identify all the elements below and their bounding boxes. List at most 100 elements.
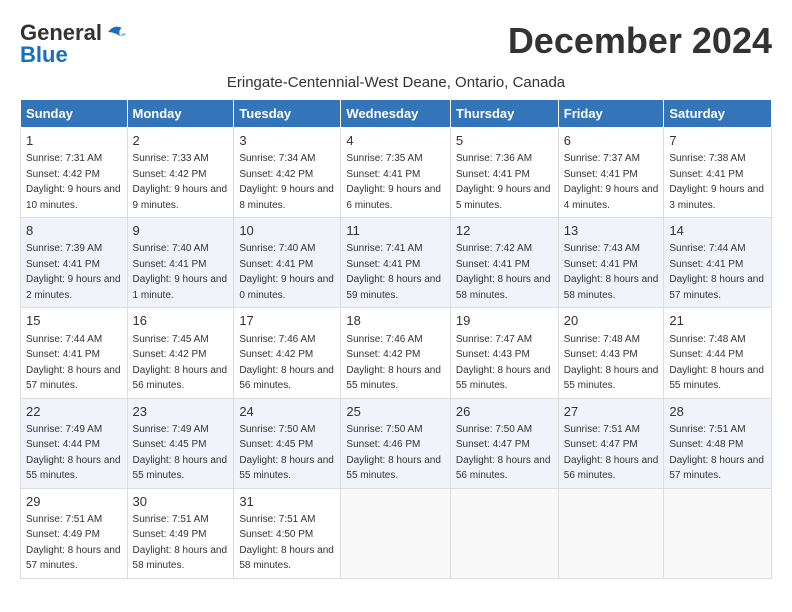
month-title: December 2024 <box>508 20 772 62</box>
day-number: 17 <box>239 312 335 330</box>
cell-text: Sunrise: 7:51 AMSunset: 4:47 PMDaylight:… <box>564 424 659 482</box>
cell-text: Sunrise: 7:48 AMSunset: 4:44 PMDaylight:… <box>669 334 764 392</box>
calendar-cell: 28 Sunrise: 7:51 AMSunset: 4:48 PMDayligh… <box>664 398 772 488</box>
cell-text: Sunrise: 7:37 AMSunset: 4:41 PMDaylight:… <box>564 153 659 211</box>
location-title: Eringate-Centennial-West Deane, Ontario,… <box>20 74 772 91</box>
cell-text: Sunrise: 7:48 AMSunset: 4:43 PMDaylight:… <box>564 334 659 392</box>
calendar-cell: 20Sunrise: 7:48 AMSunset: 4:43 PMDayligh… <box>558 308 664 398</box>
cell-text: Sunrise: 7:40 AMSunset: 4:41 PMDaylight:… <box>239 243 334 301</box>
calendar-cell: 12 Sunrise: 7:42 AMSunset: 4:41 PMDayligh… <box>450 218 558 308</box>
day-number: 14 <box>669 222 766 240</box>
calendar-cell: 4 Sunrise: 7:35 AMSunset: 4:41 PMDaylight… <box>341 128 450 218</box>
calendar-cell: 16Sunrise: 7:45 AMSunset: 4:42 PMDayligh… <box>127 308 234 398</box>
logo-blue-text: Blue <box>20 42 68 68</box>
cell-text: Sunrise: 7:39 AMSunset: 4:41 PMDaylight:… <box>26 243 121 301</box>
calendar-cell: 15 Sunrise: 7:44 AMSunset: 4:41 PMDayligh… <box>21 308 128 398</box>
day-header-wednesday: Wednesday <box>341 100 450 128</box>
day-header-thursday: Thursday <box>450 100 558 128</box>
calendar-cell: 22Sunrise: 7:49 AMSunset: 4:44 PMDayligh… <box>21 398 128 488</box>
day-number: 8 <box>26 222 122 240</box>
day-number: 24 <box>239 403 335 421</box>
day-header-saturday: Saturday <box>664 100 772 128</box>
calendar-cell <box>664 488 772 578</box>
calendar-cell: 6 Sunrise: 7:37 AMSunset: 4:41 PMDaylight… <box>558 128 664 218</box>
day-number: 28 <box>669 403 766 421</box>
day-number: 15 <box>26 312 122 330</box>
cell-text: Sunrise: 7:42 AMSunset: 4:41 PMDaylight:… <box>456 243 551 301</box>
calendar-cell: 21 Sunrise: 7:48 AMSunset: 4:44 PMDayligh… <box>664 308 772 398</box>
day-number: 26 <box>456 403 553 421</box>
day-number: 25 <box>346 403 444 421</box>
day-header-friday: Friday <box>558 100 664 128</box>
calendar-cell <box>341 488 450 578</box>
cell-text: Sunrise: 7:51 AMSunset: 4:48 PMDaylight:… <box>669 424 764 482</box>
calendar-cell: 17 Sunrise: 7:46 AMSunset: 4:42 PMDayligh… <box>234 308 341 398</box>
page-header: General Blue December 2024 <box>20 20 772 68</box>
day-number: 6 <box>564 132 659 150</box>
day-header-sunday: Sunday <box>21 100 128 128</box>
day-number: 29 <box>26 493 122 511</box>
calendar-cell: 13Sunrise: 7:43 AMSunset: 4:41 PMDayligh… <box>558 218 664 308</box>
cell-text: Sunrise: 7:50 AMSunset: 4:46 PMDaylight:… <box>346 424 441 482</box>
cell-text: Sunrise: 7:44 AMSunset: 4:41 PMDaylight:… <box>26 334 121 392</box>
calendar-cell: 2 Sunrise: 7:33 AMSunset: 4:42 PMDaylight… <box>127 128 234 218</box>
calendar-cell: 31 Sunrise: 7:51 AMSunset: 4:50 PMDayligh… <box>234 488 341 578</box>
calendar-cell: 24 Sunrise: 7:50 AMSunset: 4:45 PMDayligh… <box>234 398 341 488</box>
cell-text: Sunrise: 7:41 AMSunset: 4:41 PMDaylight:… <box>346 243 441 301</box>
day-number: 2 <box>133 132 229 150</box>
cell-text: Sunrise: 7:50 AMSunset: 4:47 PMDaylight:… <box>456 424 551 482</box>
cell-text: Sunrise: 7:35 AMSunset: 4:41 PMDaylight:… <box>346 153 441 211</box>
day-number: 21 <box>669 312 766 330</box>
cell-text: Sunrise: 7:34 AMSunset: 4:42 PMDaylight:… <box>239 153 334 211</box>
calendar-cell <box>450 488 558 578</box>
calendar-cell: 19 Sunrise: 7:47 AMSunset: 4:43 PMDayligh… <box>450 308 558 398</box>
logo-bird-icon <box>104 24 126 40</box>
calendar-cell: 30 Sunrise: 7:51 AMSunset: 4:49 PMDayligh… <box>127 488 234 578</box>
day-header-monday: Monday <box>127 100 234 128</box>
day-number: 11 <box>346 222 444 240</box>
day-number: 30 <box>133 493 229 511</box>
cell-text: Sunrise: 7:51 AMSunset: 4:50 PMDaylight:… <box>239 514 334 572</box>
day-number: 10 <box>239 222 335 240</box>
calendar-cell: 10 Sunrise: 7:40 AMSunset: 4:41 PMDayligh… <box>234 218 341 308</box>
day-number: 27 <box>564 403 659 421</box>
calendar-cell: 3Sunrise: 7:34 AMSunset: 4:42 PMDaylight… <box>234 128 341 218</box>
cell-text: Sunrise: 7:33 AMSunset: 4:42 PMDaylight:… <box>133 153 228 211</box>
cell-text: Sunrise: 7:47 AMSunset: 4:43 PMDaylight:… <box>456 334 551 392</box>
day-number: 12 <box>456 222 553 240</box>
day-number: 31 <box>239 493 335 511</box>
calendar-cell: 18Sunrise: 7:46 AMSunset: 4:42 PMDayligh… <box>341 308 450 398</box>
day-number: 4 <box>346 132 444 150</box>
logo: General Blue <box>20 20 126 68</box>
cell-text: Sunrise: 7:40 AMSunset: 4:41 PMDaylight:… <box>133 243 228 301</box>
cell-text: Sunrise: 7:51 AMSunset: 4:49 PMDaylight:… <box>133 514 228 572</box>
cell-text: Sunrise: 7:46 AMSunset: 4:42 PMDaylight:… <box>239 334 334 392</box>
day-number: 19 <box>456 312 553 330</box>
calendar-cell: 23 Sunrise: 7:49 AMSunset: 4:45 PMDayligh… <box>127 398 234 488</box>
calendar-cell: 25 Sunrise: 7:50 AMSunset: 4:46 PMDayligh… <box>341 398 450 488</box>
day-header-tuesday: Tuesday <box>234 100 341 128</box>
cell-text: Sunrise: 7:51 AMSunset: 4:49 PMDaylight:… <box>26 514 121 572</box>
calendar-cell <box>558 488 664 578</box>
calendar-cell: 9 Sunrise: 7:40 AMSunset: 4:41 PMDaylight… <box>127 218 234 308</box>
cell-text: Sunrise: 7:36 AMSunset: 4:41 PMDaylight:… <box>456 153 551 211</box>
cell-text: Sunrise: 7:31 AMSunset: 4:42 PMDaylight:… <box>26 153 121 211</box>
calendar-cell: 26 Sunrise: 7:50 AMSunset: 4:47 PMDayligh… <box>450 398 558 488</box>
cell-text: Sunrise: 7:50 AMSunset: 4:45 PMDaylight:… <box>239 424 334 482</box>
calendar-cell: 7 Sunrise: 7:38 AMSunset: 4:41 PMDaylight… <box>664 128 772 218</box>
day-number: 23 <box>133 403 229 421</box>
calendar-cell: 14 Sunrise: 7:44 AMSunset: 4:41 PMDayligh… <box>664 218 772 308</box>
cell-text: Sunrise: 7:44 AMSunset: 4:41 PMDaylight:… <box>669 243 764 301</box>
cell-text: Sunrise: 7:49 AMSunset: 4:45 PMDaylight:… <box>133 424 228 482</box>
calendar-cell: 29 Sunrise: 7:51 AMSunset: 4:49 PMDayligh… <box>21 488 128 578</box>
day-number: 5 <box>456 132 553 150</box>
calendar-cell: 11 Sunrise: 7:41 AMSunset: 4:41 PMDayligh… <box>341 218 450 308</box>
cell-text: Sunrise: 7:45 AMSunset: 4:42 PMDaylight:… <box>133 334 228 392</box>
day-number: 13 <box>564 222 659 240</box>
cell-text: Sunrise: 7:38 AMSunset: 4:41 PMDaylight:… <box>669 153 764 211</box>
day-number: 9 <box>133 222 229 240</box>
calendar-cell: 1Sunrise: 7:31 AMSunset: 4:42 PMDaylight… <box>21 128 128 218</box>
day-number: 7 <box>669 132 766 150</box>
calendar-cell: 8 Sunrise: 7:39 AMSunset: 4:41 PMDaylight… <box>21 218 128 308</box>
calendar-cell: 5 Sunrise: 7:36 AMSunset: 4:41 PMDaylight… <box>450 128 558 218</box>
